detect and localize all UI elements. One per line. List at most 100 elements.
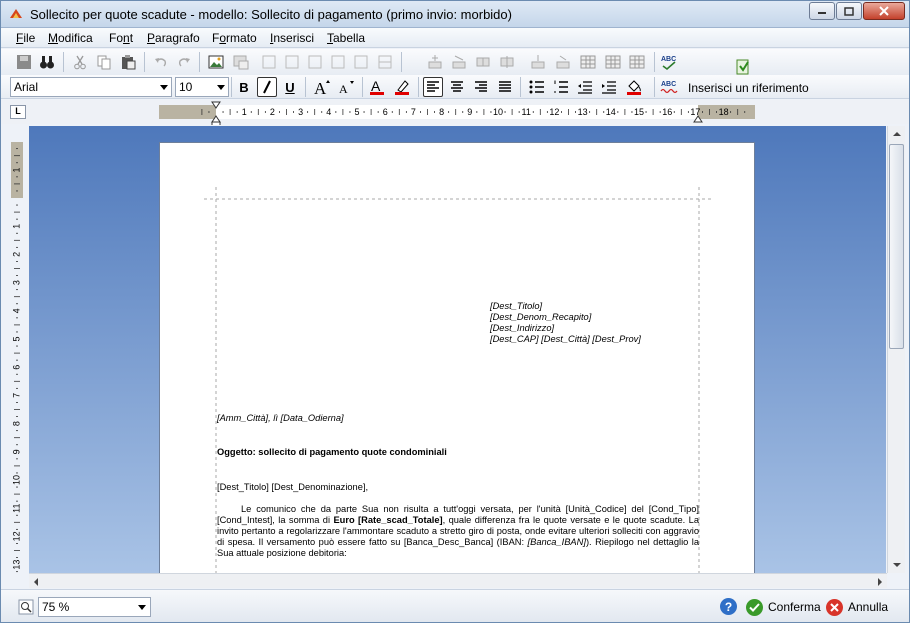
vertical-ruler[interactable]: 112345678910111213 xyxy=(9,126,27,573)
frame-button-3[interactable] xyxy=(305,52,325,72)
highlight-button[interactable] xyxy=(392,77,412,97)
ruler-tick-label: 6 xyxy=(11,365,21,370)
ruler-tick-label: 8 xyxy=(439,107,444,117)
chevron-down-icon xyxy=(160,85,168,90)
menu-font[interactable]: Font xyxy=(109,31,133,45)
table-insert-column-button[interactable] xyxy=(449,52,469,72)
undo-button[interactable] xyxy=(151,52,171,72)
italic-button[interactable] xyxy=(257,77,277,97)
chevron-down-icon xyxy=(138,605,146,610)
menu-file[interactable]: File xyxy=(16,31,35,45)
ruler-tick-label: 9 xyxy=(467,107,472,117)
insert-reference-icon xyxy=(736,59,749,75)
cut-button[interactable] xyxy=(70,52,90,72)
maximize-button[interactable] xyxy=(836,2,862,20)
minimize-icon xyxy=(818,12,826,14)
ruler-tick-label: 5 xyxy=(11,336,21,341)
frame-button-2[interactable] xyxy=(282,52,302,72)
horizontal-scrollbar[interactable] xyxy=(29,573,887,588)
confirm-button[interactable]: Conferma xyxy=(746,597,821,617)
scroll-right-icon[interactable] xyxy=(877,577,883,587)
justify-button[interactable] xyxy=(495,77,515,97)
font-color-button[interactable]: A xyxy=(367,77,387,97)
spellcheck-button[interactable]: ABC xyxy=(659,52,679,72)
scroll-left-icon[interactable] xyxy=(33,577,39,587)
close-button[interactable] xyxy=(863,2,905,20)
align-center-button[interactable] xyxy=(447,77,467,97)
table-style-button[interactable] xyxy=(627,52,647,72)
table-merge-button[interactable] xyxy=(473,52,493,72)
menu-tabella[interactable]: Tabella xyxy=(327,31,365,45)
bullet-list-button[interactable] xyxy=(527,77,547,97)
font-size-select[interactable]: 10 xyxy=(175,77,229,97)
bold-button[interactable]: B xyxy=(234,77,254,97)
horizontal-ruler[interactable]: 1 2 3 4 5 6 7 8 9 10 11 12 13 14 15 16 17 18 xyxy=(1,101,909,125)
menu-paragrafo[interactable]: Paragrafo xyxy=(147,31,200,45)
redo-button[interactable] xyxy=(174,52,194,72)
save-button[interactable] xyxy=(14,52,34,72)
ruler-tick-label: 2 xyxy=(270,107,275,117)
menu-modifica[interactable]: Modifica xyxy=(48,31,93,45)
align-right-button[interactable] xyxy=(471,77,491,97)
svg-text:ABC: ABC xyxy=(661,81,676,88)
shrink-font-icon: A xyxy=(339,81,354,96)
help-button[interactable]: ? xyxy=(720,598,742,615)
copy-button[interactable] xyxy=(94,52,114,72)
table-insert-row-button[interactable] xyxy=(425,52,445,72)
justify-icon xyxy=(499,81,511,92)
menu-inserisci[interactable]: Inserisci xyxy=(270,31,314,45)
scroll-down-icon[interactable] xyxy=(892,562,902,568)
table-delete-column-button[interactable] xyxy=(553,52,573,72)
insert-image-button[interactable] xyxy=(206,52,226,72)
paste-button[interactable] xyxy=(118,52,138,72)
scroll-up-icon[interactable] xyxy=(892,131,902,137)
frame-button-6[interactable] xyxy=(375,52,395,72)
table-properties-button[interactable] xyxy=(603,52,623,72)
table-grid-icon xyxy=(605,55,621,69)
decrease-indent-button[interactable] xyxy=(575,77,595,97)
grow-font-button[interactable]: A xyxy=(313,77,333,97)
font-name-select[interactable]: Arial xyxy=(10,77,172,97)
zoom-select[interactable]: 75 % xyxy=(38,597,151,617)
vertical-scroll-thumb[interactable] xyxy=(889,144,904,349)
ruler-tick-label: 14 xyxy=(606,107,616,117)
increase-indent-button[interactable] xyxy=(599,77,619,97)
recipient-line: [Dest_CAP] [Dest_Città] [Dest_Prov] xyxy=(490,334,641,344)
left-margin-marker[interactable] xyxy=(211,121,221,125)
underline-button[interactable]: U xyxy=(280,77,300,97)
table-split-button[interactable] xyxy=(497,52,517,72)
ruler-tick-label: 3 xyxy=(298,107,303,117)
editor-window: Sollecito per quote scadute - modello: S… xyxy=(0,0,910,623)
insert-reference-button[interactable]: Inserisci un riferimento xyxy=(688,51,809,97)
minimize-button[interactable] xyxy=(809,2,835,20)
align-left-button[interactable] xyxy=(423,77,443,97)
confirm-label: Conferma xyxy=(768,600,821,614)
italic-icon xyxy=(263,80,271,94)
outdent-icon xyxy=(578,81,592,94)
find-button[interactable] xyxy=(37,52,57,72)
image-properties-button[interactable] xyxy=(231,52,251,72)
menu-formato[interactable]: Formato xyxy=(212,31,257,45)
document-page[interactable]: [Dest_Titolo] [Dest_Denom_Recapito] [Des… xyxy=(159,142,755,573)
table-delete-row-button[interactable] xyxy=(528,52,548,72)
ruler-tick-label: 7 xyxy=(411,107,416,117)
cancel-icon xyxy=(826,598,843,616)
greeting-line: [Dest_Titolo] [Dest_Denominazione], xyxy=(217,482,369,492)
fill-color-button[interactable] xyxy=(624,77,644,97)
frame-button-4[interactable] xyxy=(328,52,348,72)
shrink-font-button[interactable]: A xyxy=(337,77,357,97)
cancel-button[interactable]: Annulla xyxy=(826,597,888,617)
frame-button-5[interactable] xyxy=(351,52,371,72)
ruler-tick-label: 18 xyxy=(719,107,729,117)
frame-icon xyxy=(331,55,345,69)
body-paragraph: Le comunico che da parte Sua non risulta… xyxy=(217,504,699,558)
align-right-icon xyxy=(475,81,487,92)
image-properties-icon xyxy=(233,55,249,70)
table-grid-button[interactable] xyxy=(578,52,598,72)
vertical-scrollbar[interactable] xyxy=(887,126,905,573)
autocorrect-button[interactable]: ABC xyxy=(659,77,679,97)
numbered-list-button[interactable] xyxy=(551,77,571,97)
frame-button-1[interactable] xyxy=(259,52,279,72)
document-canvas: [Dest_Titolo] [Dest_Denom_Recapito] [Des… xyxy=(29,126,886,573)
image-icon xyxy=(208,55,224,69)
